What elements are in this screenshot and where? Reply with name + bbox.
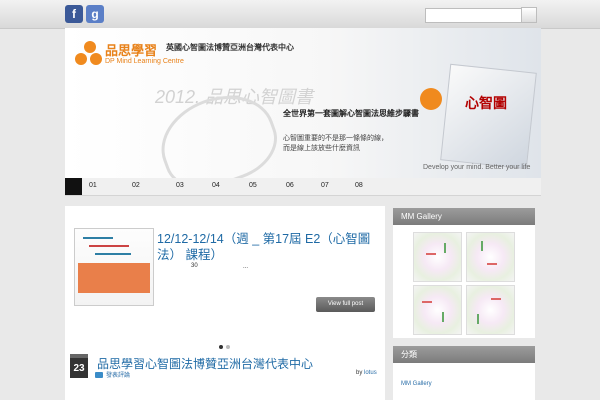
slide-nav: 01 02 03 04 05 06 07 08 [65, 178, 541, 196]
comment-icon [95, 372, 103, 378]
gallery-thumbnail[interactable] [466, 232, 515, 282]
brand-name[interactable]: 品思學習 [105, 40, 157, 59]
search-button[interactable] [521, 7, 537, 23]
search-input[interactable] [425, 8, 523, 23]
banner-subtext-2: 而是線上該放些什麼資訊 [283, 145, 360, 152]
slide-nav-item[interactable]: 08 [355, 182, 363, 189]
post-date: 23 [70, 354, 88, 378]
brand-english: DP Mind Learning Centre [105, 58, 184, 65]
image-decoration [89, 245, 129, 247]
gallery-thumbnail[interactable] [413, 285, 462, 335]
slide-nav-item[interactable]: 02 [132, 182, 140, 189]
banner-slogan: 全世界第一套圖解心智圖法思維步驟書 [283, 109, 419, 118]
carousel-dot[interactable] [226, 345, 230, 349]
image-decoration [95, 253, 131, 255]
featured-post-image[interactable] [74, 228, 154, 306]
sidebar-gallery [393, 225, 535, 338]
banner-footer-slogan: Develop your mind. Better your life [423, 164, 531, 171]
tagline: 英國心智圖法博贊亞洲台灣代表中心 [166, 43, 294, 52]
slide-nav-item[interactable]: 06 [286, 182, 294, 189]
post-author[interactable]: lotus [364, 370, 377, 376]
sidebar-category-heading: 分類 [393, 346, 535, 363]
book-title: 心智圖 [465, 95, 507, 111]
slide-nav-item[interactable]: 07 [321, 182, 329, 189]
gallery-thumbnail[interactable] [466, 285, 515, 335]
image-decoration [83, 237, 113, 239]
banner-subtext-1: 心智圖重要的不是那一條條的線， [283, 135, 388, 142]
sidebar-category-list: MM Gallery [393, 363, 535, 400]
slide-nav-item[interactable]: 04 [212, 182, 220, 189]
book-image [440, 63, 537, 170]
header-banner: 品思學習 DP Mind Learning Centre 英國心智圖法博贊亞洲台… [65, 28, 541, 178]
badge-icon [420, 88, 442, 110]
post-meta-number: 30 [191, 263, 198, 269]
logo-icon[interactable] [75, 41, 105, 67]
slide-nav-item[interactable]: 01 [89, 182, 97, 189]
featured-post-title[interactable]: 12/12-12/14（週 _ 第17屆 E2（心智圖法） 課程） [157, 231, 377, 263]
carousel-dot-active[interactable] [219, 345, 223, 349]
sidebar-gallery-heading: MM Gallery [393, 208, 535, 225]
google-icon[interactable]: g [86, 5, 104, 23]
slide-nav-item[interactable]: 05 [249, 182, 257, 189]
slide-nav-item[interactable]: 03 [176, 182, 184, 189]
by-label: by [356, 370, 363, 376]
facebook-icon[interactable]: f [65, 5, 83, 23]
slide-nav-active[interactable] [65, 178, 82, 195]
top-bar: f g [0, 0, 600, 29]
sidebar-link[interactable]: MM Gallery [401, 381, 432, 387]
post-author-line: by lotus [356, 370, 377, 376]
view-full-post-button[interactable]: View full post [316, 297, 375, 312]
image-decoration [78, 263, 150, 293]
gallery-thumbnail[interactable] [413, 232, 462, 282]
main-content: 12/12-12/14（週 _ 第17屆 E2（心智圖法） 課程） 30 ...… [65, 206, 385, 400]
post-meta-ellipsis: ... [243, 264, 249, 270]
carousel-dots [219, 336, 233, 354]
comments-link[interactable]: 發表評論 [106, 370, 130, 379]
